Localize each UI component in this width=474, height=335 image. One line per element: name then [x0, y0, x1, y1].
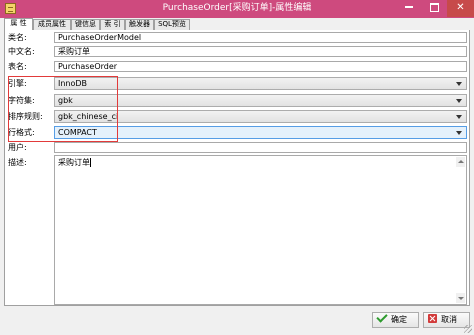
user-input[interactable] [54, 142, 467, 153]
scroll-up-arrow-icon[interactable] [456, 157, 465, 167]
user-label: 用户: [8, 143, 27, 152]
minimize-icon [405, 6, 413, 8]
chevron-down-icon [456, 131, 462, 135]
cancel-x-icon [428, 314, 437, 323]
text-cursor [90, 158, 91, 167]
tab-member-properties[interactable]: 成员属性 [33, 19, 71, 30]
property-editor-window: PurchaseOrder[采购订单]-属性编辑 ✕ 属 性 成员属性 键信息 … [0, 0, 474, 335]
table-name-input[interactable]: PurchaseOrder [54, 61, 467, 72]
chevron-down-icon [456, 115, 462, 119]
tab-indexes[interactable]: 索 引 [100, 19, 125, 30]
tab-triggers[interactable]: 触发器 [125, 19, 154, 30]
checkmark-icon [376, 311, 388, 323]
close-button[interactable]: ✕ [447, 0, 474, 17]
ok-button[interactable]: 确定 [372, 311, 419, 328]
description-text: 采购订单 [58, 158, 90, 167]
tab-sql-preview[interactable]: SQL预览 [154, 19, 190, 30]
highlight-annotation-box [8, 76, 118, 142]
table-name-label: 表名: [8, 62, 27, 71]
maximize-button[interactable] [421, 0, 447, 17]
ok-button-label: 确定 [391, 315, 407, 324]
cancel-button-label: 取消 [441, 315, 457, 324]
maximize-icon [429, 2, 439, 12]
dialog-footer: 确定 取消 [0, 310, 474, 335]
close-icon: ✕ [456, 2, 465, 13]
chevron-down-icon [456, 82, 462, 86]
description-textarea[interactable]: 采购订单 [54, 155, 467, 305]
chinese-name-label: 中文名: [8, 47, 35, 56]
chevron-down-icon [456, 99, 462, 103]
scroll-down-arrow-icon[interactable] [456, 293, 465, 303]
cancel-button[interactable]: 取消 [423, 312, 470, 328]
description-label: 描述: [8, 158, 27, 167]
title-bar[interactable]: PurchaseOrder[采购订单]-属性编辑 ✕ [0, 0, 474, 18]
minimize-button[interactable] [396, 0, 422, 17]
class-name-label: 类名: [8, 33, 27, 42]
class-name-input[interactable]: PurchaseOrderModel [54, 32, 467, 43]
chinese-name-input[interactable]: 采购订单 [54, 46, 467, 57]
resize-grip-icon[interactable] [464, 325, 472, 333]
tab-key-info[interactable]: 键信息 [71, 19, 100, 30]
